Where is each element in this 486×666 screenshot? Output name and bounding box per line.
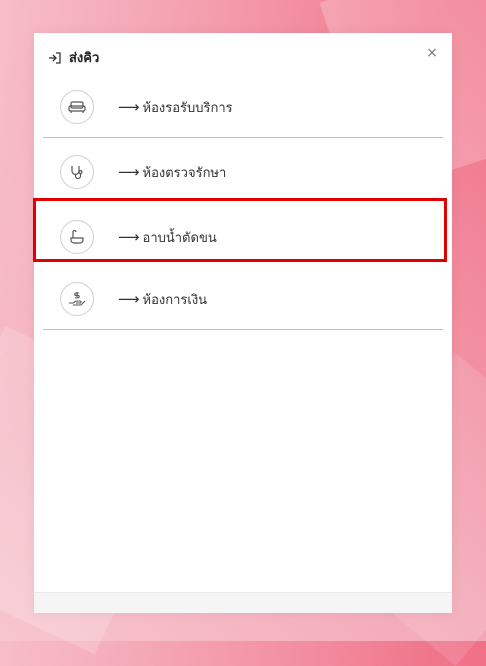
panel-footer xyxy=(34,592,452,613)
bathtub-icon xyxy=(60,220,94,254)
stethoscope-icon xyxy=(60,155,94,189)
header-title-group: ส่งคิว xyxy=(47,47,99,68)
send-queue-panel: ส่งคิว × ⟶ ห้องรอรับบริการ ⟶ ห้องตรวจรัก… xyxy=(34,33,452,613)
room-label: ห้องตรวจรักษา xyxy=(142,165,227,181)
sofa-icon xyxy=(60,90,94,124)
payment-hand-icon xyxy=(60,282,94,316)
close-button[interactable]: × xyxy=(424,45,440,61)
room-item-waiting[interactable]: ⟶ ห้องรอรับบริการ xyxy=(43,77,443,138)
room-item-examination[interactable]: ⟶ ห้องตรวจรักษา xyxy=(43,142,443,202)
room-item-grooming[interactable]: ⟶ อาบน้ำตัดขน xyxy=(43,207,443,267)
panel-title: ส่งคิว xyxy=(69,51,100,66)
room-label: อาบน้ำตัดขน xyxy=(142,230,217,246)
arrow-icon: ⟶ xyxy=(118,227,140,246)
room-label: ห้องรอรับบริการ xyxy=(142,100,233,116)
arrow-icon: ⟶ xyxy=(118,289,140,308)
room-item-finance[interactable]: ⟶ ห้องการเงิน xyxy=(43,269,443,330)
room-label: ห้องการเงิน xyxy=(142,292,208,308)
transfer-icon xyxy=(47,50,63,66)
close-icon: × xyxy=(426,45,438,61)
panel-header: ส่งคิว × xyxy=(34,33,452,75)
arrow-icon: ⟶ xyxy=(118,162,140,181)
arrow-icon: ⟶ xyxy=(118,97,140,116)
